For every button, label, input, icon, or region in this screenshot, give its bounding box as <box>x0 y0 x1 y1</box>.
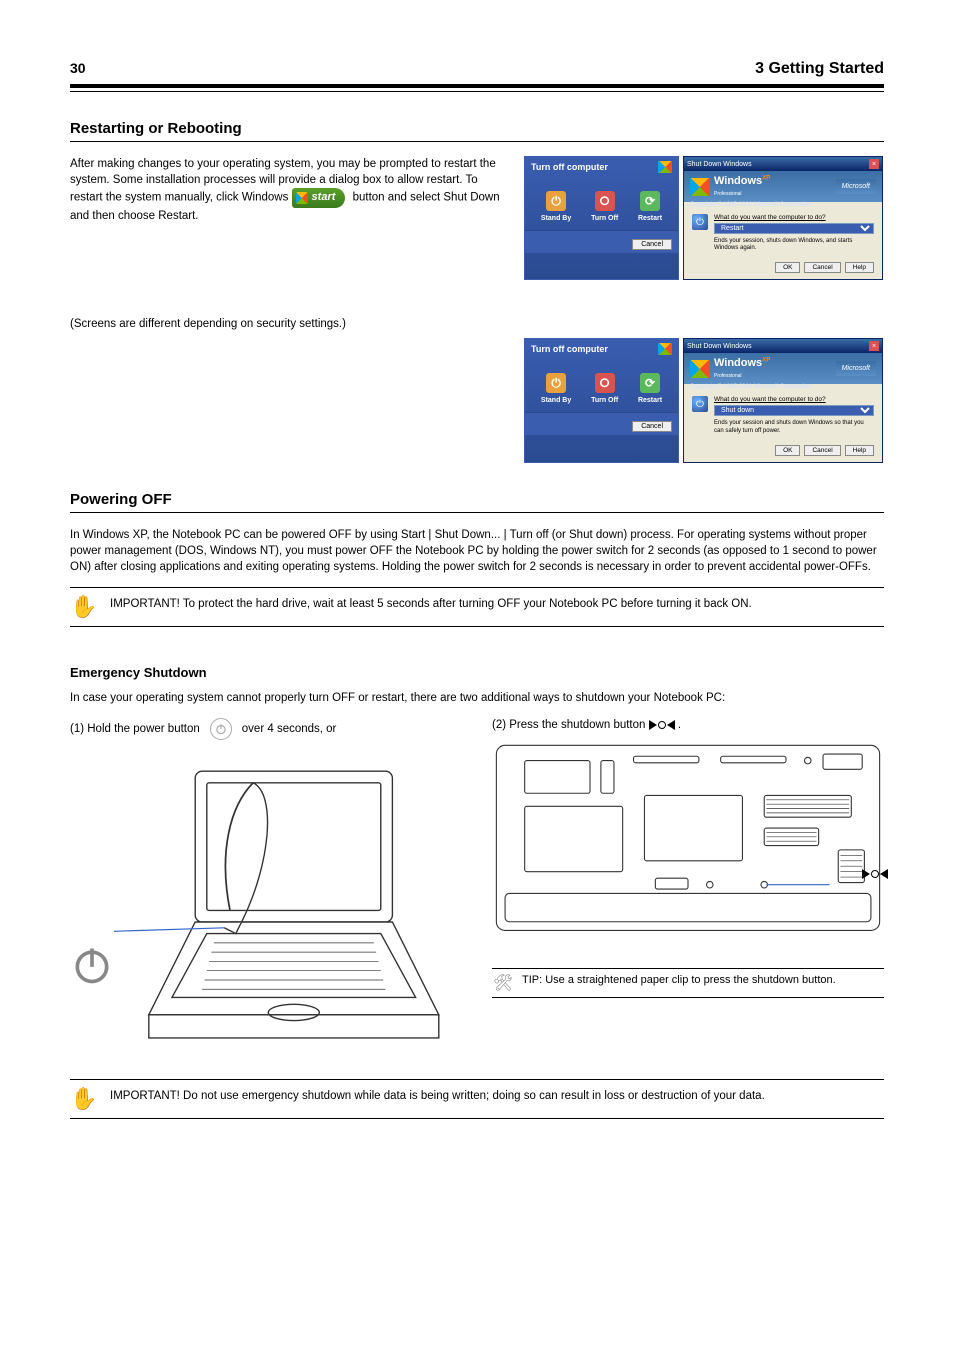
text: (2) Press the shutdown button <box>492 719 649 731</box>
cancel-button[interactable]: Cancel <box>804 262 840 273</box>
text: . <box>678 719 681 731</box>
label: Turn Off <box>591 215 618 222</box>
power-button-icon <box>210 718 232 740</box>
turnoff-dialog-friendly: Turn off computer ⏻ Stand By ⭘ Turn Off <box>524 156 679 280</box>
label: Restart <box>638 397 662 404</box>
dialog-title: Turn off computer <box>531 162 608 172</box>
poweroff-title: Powering OFF <box>70 491 884 508</box>
header-rule <box>70 84 884 92</box>
emergency-intro: In case your operating system cannot pro… <box>70 690 884 706</box>
windows-logo-text: WindowsXP Professional <box>714 175 770 198</box>
restart-icon: ⟳ <box>640 373 660 393</box>
action-select[interactable]: Shut down <box>714 405 874 416</box>
shutdown-icon: ⏻ <box>692 396 708 412</box>
power-icon <box>70 943 114 987</box>
screwdriver-icon: 🛠 <box>492 973 514 993</box>
cancel-button[interactable]: Cancel <box>632 239 672 250</box>
turnoff-icon: ⭘ <box>595 373 615 393</box>
restart-dialogs-row2: Turn off computer ⏻ Stand By ⭘ Turn Off <box>524 338 884 462</box>
important-note-2: ✋ IMPORTANT! Do not use emergency shutdo… <box>70 1088 884 1110</box>
microsoft-label: Microsoft <box>836 361 876 376</box>
emergency-title: Emergency Shutdown <box>70 665 884 680</box>
shutdown-dialog-classic-restart: Shut Down Windows × WindowsXP Profession… <box>683 156 883 280</box>
note-text: IMPORTANT! To protect the hard drive, wa… <box>110 596 884 612</box>
divider <box>70 141 884 142</box>
standby-option[interactable]: ⏻ Stand By <box>541 373 571 404</box>
turnoff-icon: ⭘ <box>595 191 615 211</box>
restart-option[interactable]: ⟳ Restart <box>638 373 662 404</box>
action-select[interactable]: Restart <box>714 223 874 234</box>
dialog-title: Shut Down Windows <box>687 161 752 168</box>
shutdown-button-icon <box>649 720 675 730</box>
option-1-label: (1) Hold the power button over 4 seconds… <box>70 718 462 740</box>
microsoft-label: Microsoft <box>836 179 876 194</box>
ok-button[interactable]: OK <box>775 262 800 273</box>
text: over 4 seconds, or <box>242 722 337 737</box>
windows-flag-icon <box>658 343 672 355</box>
hand-icon: ✋ <box>70 1088 98 1110</box>
windows-flag-icon <box>658 161 672 173</box>
close-icon[interactable]: × <box>869 159 879 169</box>
divider <box>70 587 884 588</box>
dialog-title: Shut Down Windows <box>687 343 752 350</box>
cancel-button[interactable]: Cancel <box>632 421 672 432</box>
divider <box>70 1118 884 1119</box>
restart-dialogs-row1: Turn off computer ⏻ Stand By ⭘ Turn Off <box>524 156 884 280</box>
windows-logo-text: WindowsXP Professional <box>714 357 770 380</box>
divider <box>70 1079 884 1080</box>
turnoff-option[interactable]: ⭘ Turn Off <box>591 191 618 222</box>
restart-option[interactable]: ⟳ Restart <box>638 191 662 222</box>
laptop-bottom-illustration <box>492 741 884 959</box>
shutdown-button-icon <box>862 869 888 879</box>
start-button-graphic: start <box>292 188 346 207</box>
poweroff-paragraph: In Windows XP, the Notebook PC can be po… <box>70 527 884 575</box>
divider <box>70 626 884 627</box>
hand-icon: ✋ <box>70 596 98 618</box>
text: (1) Hold the power button <box>70 722 200 737</box>
restart-paragraph: After making changes to your operating s… <box>70 156 504 224</box>
turnoff-option[interactable]: ⭘ Turn Off <box>591 373 618 404</box>
standby-option[interactable]: ⏻ Stand By <box>541 191 571 222</box>
standby-icon: ⏻ <box>546 191 566 211</box>
label: Restart <box>638 215 662 222</box>
cancel-button[interactable]: Cancel <box>804 445 840 456</box>
restart-title: Restarting or Rebooting <box>70 120 884 137</box>
prompt: What do you want the computer to do? <box>714 214 874 221</box>
laptop-illustration <box>114 748 462 1061</box>
label: Stand By <box>541 397 571 404</box>
tip-note: 🛠 TIP: Use a straightened paper clip to … <box>492 968 884 998</box>
ok-button[interactable]: OK <box>775 445 800 456</box>
divider <box>70 512 884 513</box>
standby-icon: ⏻ <box>546 373 566 393</box>
tip-text: TIP: Use a straightened paper clip to pr… <box>522 973 884 987</box>
help-button[interactable]: Help <box>845 445 874 456</box>
close-icon[interactable]: × <box>869 341 879 351</box>
description: Ends your session, shuts down Windows, a… <box>714 238 874 252</box>
label: Stand By <box>541 215 571 222</box>
restart-icon: ⟳ <box>640 191 660 211</box>
turnoff-dialog-friendly: Turn off computer ⏻ Stand By ⭘ Turn Off <box>524 338 679 462</box>
windows-flag-icon <box>690 360 710 378</box>
dialog-title: Turn off computer <box>531 344 608 354</box>
important-note: ✋ IMPORTANT! To protect the hard drive, … <box>70 596 884 618</box>
option-2-label: (2) Press the shutdown button . <box>492 718 884 733</box>
shutdown-icon: ⏻ <box>692 214 708 230</box>
windows-flag-icon <box>690 178 710 196</box>
description: Ends your session and shuts down Windows… <box>714 420 874 434</box>
help-button[interactable]: Help <box>845 262 874 273</box>
start-label: start <box>312 190 336 205</box>
chapter-heading: 3 Getting Started <box>755 60 884 77</box>
windows-flag-icon <box>296 192 308 204</box>
shutdown-dialog-classic-shutdown: Shut Down Windows × WindowsXP Profession… <box>683 338 883 462</box>
page-number: 30 <box>70 60 86 76</box>
prompt: What do you want the computer to do? <box>714 396 874 403</box>
screens-note: (Screens are different depending on secu… <box>70 316 504 332</box>
label: Turn Off <box>591 397 618 404</box>
note-text: IMPORTANT! Do not use emergency shutdown… <box>110 1088 884 1104</box>
